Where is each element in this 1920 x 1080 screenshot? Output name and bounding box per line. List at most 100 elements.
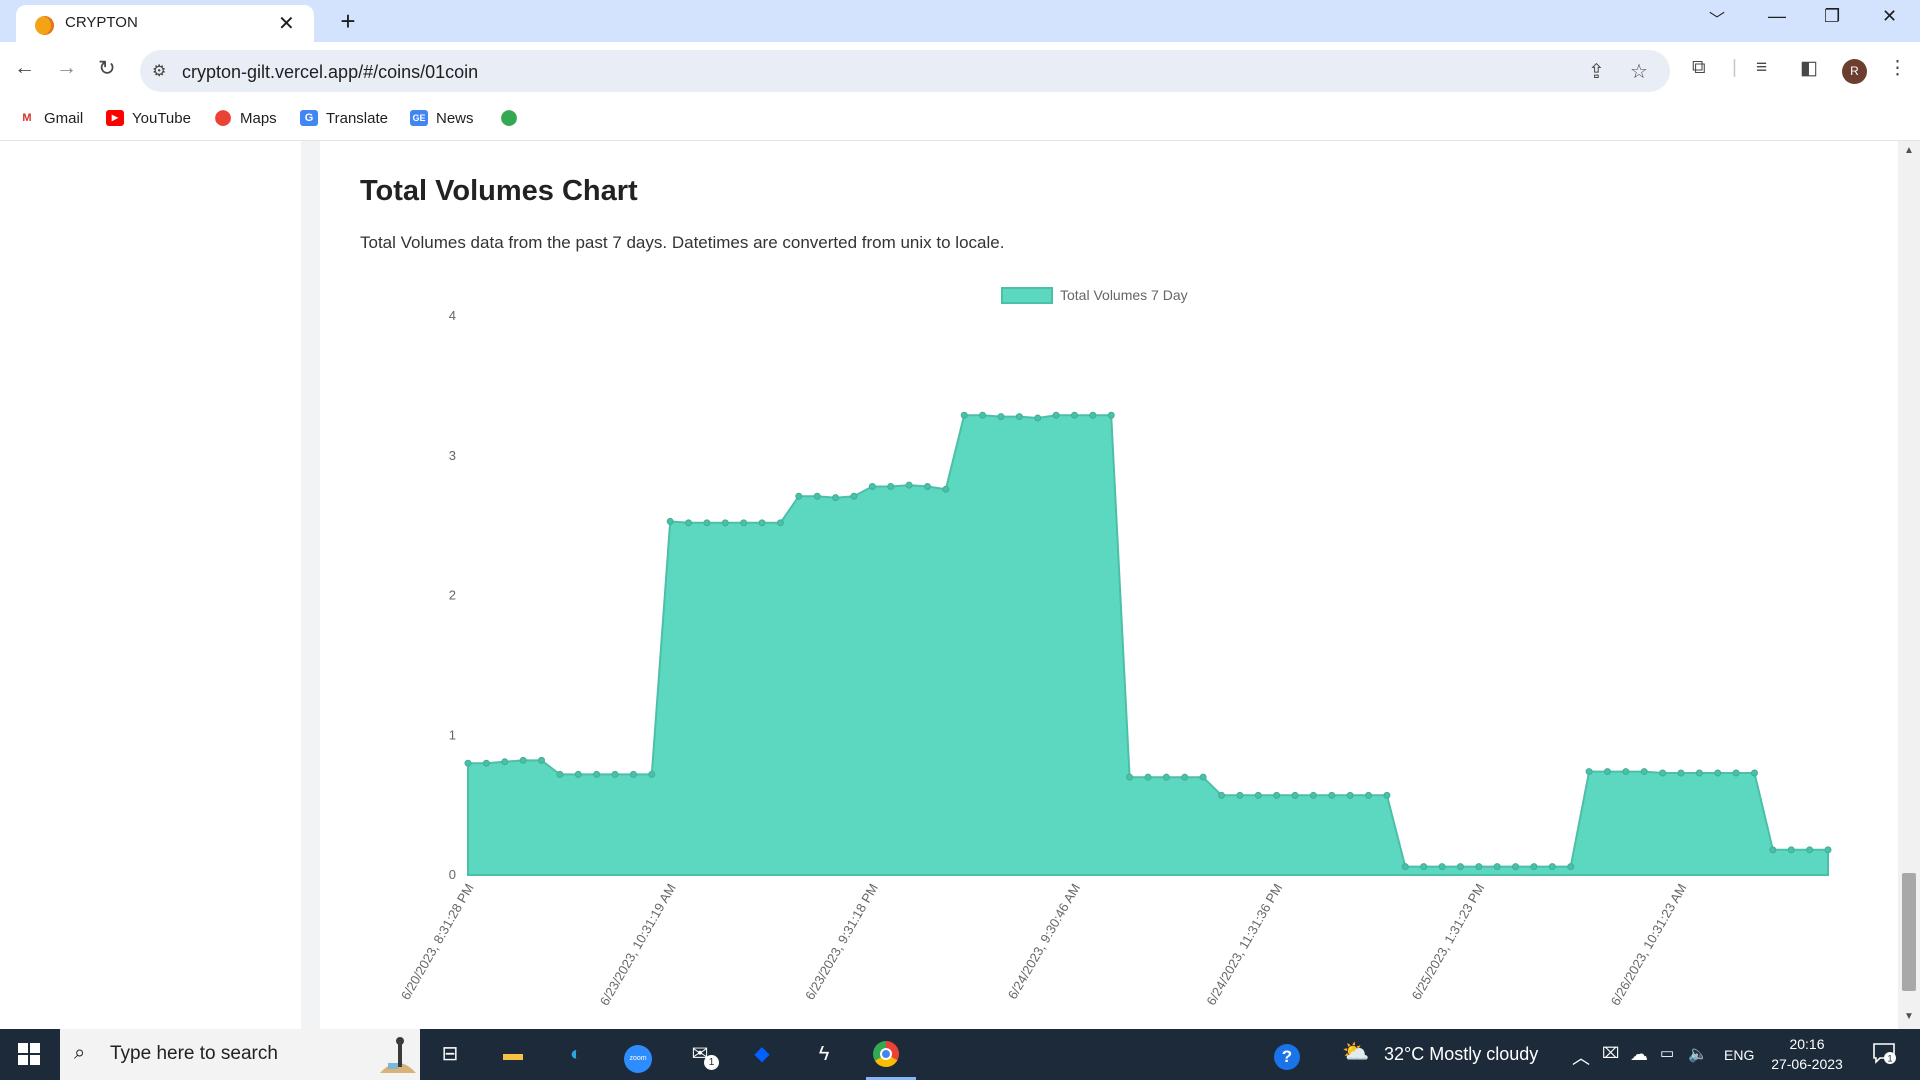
- system-clock[interactable]: 20:16 27-06-2023: [1762, 1034, 1852, 1074]
- data-point[interactable]: [979, 411, 987, 419]
- notification-center-icon[interactable]: 1: [1872, 1042, 1896, 1064]
- minimize-icon[interactable]: —: [1768, 6, 1786, 27]
- data-point[interactable]: [1144, 773, 1152, 781]
- data-point[interactable]: [868, 482, 876, 490]
- data-point[interactable]: [482, 759, 490, 767]
- data-point[interactable]: [1254, 791, 1262, 799]
- data-point[interactable]: [464, 759, 472, 767]
- data-point[interactable]: [538, 756, 546, 764]
- data-point[interactable]: [1070, 411, 1078, 419]
- data-point[interactable]: [1034, 414, 1042, 422]
- data-point[interactable]: [1107, 411, 1115, 419]
- data-point[interactable]: [593, 770, 601, 778]
- data-point[interactable]: [1383, 791, 1391, 799]
- show-hidden-icons-icon[interactable]: ︿: [1572, 1044, 1590, 1070]
- data-point[interactable]: [1769, 846, 1777, 854]
- data-point[interactable]: [1162, 773, 1170, 781]
- data-point[interactable]: [1126, 773, 1134, 781]
- data-point[interactable]: [1787, 846, 1795, 854]
- data-point[interactable]: [1236, 791, 1244, 799]
- language-indicator[interactable]: ENG: [1724, 1047, 1754, 1063]
- data-point[interactable]: [776, 519, 784, 527]
- edge-browser-icon[interactable]: ◐: [558, 1037, 594, 1071]
- help-icon[interactable]: ?: [1274, 1044, 1300, 1070]
- profile-avatar[interactable]: R: [1842, 59, 1867, 84]
- data-point[interactable]: [1493, 863, 1501, 871]
- data-point[interactable]: [501, 758, 509, 766]
- taskbar-search[interactable]: ⌕ Type here to search: [60, 1029, 420, 1080]
- data-point[interactable]: [942, 485, 950, 493]
- data-point[interactable]: [1585, 768, 1593, 776]
- data-point[interactable]: [1512, 863, 1520, 871]
- data-point[interactable]: [574, 770, 582, 778]
- data-point[interactable]: [758, 519, 766, 527]
- data-point[interactable]: [740, 519, 748, 527]
- reload-icon[interactable]: ↻: [98, 56, 116, 81]
- bookmark-star-icon[interactable]: ☆: [1630, 59, 1648, 84]
- zoom-app-icon[interactable]: zoom: [620, 1037, 656, 1073]
- data-point[interactable]: [1052, 411, 1060, 419]
- data-point[interactable]: [685, 519, 693, 527]
- data-point[interactable]: [1420, 863, 1428, 871]
- tab-search-chevron-icon[interactable]: ﹀: [1709, 6, 1725, 30]
- data-point[interactable]: [997, 413, 1005, 421]
- data-point[interactable]: [850, 492, 858, 500]
- data-point[interactable]: [1695, 769, 1703, 777]
- data-point[interactable]: [1567, 863, 1575, 871]
- data-point[interactable]: [960, 411, 968, 419]
- data-point[interactable]: [648, 770, 656, 778]
- data-point[interactable]: [1530, 863, 1538, 871]
- onedrive-cloud-icon[interactable]: ☁: [1630, 1044, 1648, 1065]
- mail-app-icon[interactable]: ✉ 1: [682, 1037, 719, 1071]
- new-tab-button[interactable]: +: [332, 6, 364, 38]
- vertical-scrollbar[interactable]: ▲ ▼: [1898, 141, 1920, 1029]
- task-view-icon[interactable]: ⊟: [432, 1037, 468, 1071]
- address-bar[interactable]: ⚙ crypton-gilt.vercel.app/#/coins/01coin…: [140, 50, 1670, 92]
- scroll-down-arrow-icon[interactable]: ▼: [1904, 1011, 1914, 1022]
- close-tab-icon[interactable]: ✕: [278, 11, 295, 36]
- data-point[interactable]: [1273, 791, 1281, 799]
- weather-cloud-icon[interactable]: ⛅: [1342, 1039, 1369, 1065]
- data-point[interactable]: [556, 770, 564, 778]
- data-point[interactable]: [1346, 791, 1354, 799]
- window-close-icon[interactable]: ✕: [1882, 6, 1897, 27]
- data-point[interactable]: [1640, 768, 1648, 776]
- bookmark-maps-pin[interactable]: ⬤: [500, 108, 526, 130]
- data-point[interactable]: [905, 481, 913, 489]
- legend-label[interactable]: Total Volumes 7 Day: [1060, 287, 1188, 303]
- extensions-icon[interactable]: ⧉: [1692, 57, 1706, 79]
- bookmark-news[interactable]: GE News: [410, 108, 474, 130]
- data-point[interactable]: [1677, 769, 1685, 777]
- side-panel-icon[interactable]: ◧: [1800, 57, 1818, 80]
- legend-swatch[interactable]: [1001, 287, 1053, 304]
- bookmark-maps[interactable]: ⬤ Maps: [214, 108, 277, 130]
- data-point[interactable]: [887, 482, 895, 490]
- data-point[interactable]: [1015, 413, 1023, 421]
- data-point[interactable]: [1659, 769, 1667, 777]
- data-point[interactable]: [1291, 791, 1299, 799]
- data-point[interactable]: [703, 519, 711, 527]
- data-point[interactable]: [1309, 791, 1317, 799]
- volume-icon[interactable]: 🔈: [1688, 1044, 1708, 1064]
- restore-icon[interactable]: ❐: [1824, 6, 1840, 27]
- data-point[interactable]: [1401, 863, 1409, 871]
- bookmark-youtube[interactable]: ▶ YouTube: [106, 108, 191, 130]
- chrome-icon[interactable]: [868, 1037, 904, 1071]
- back-icon[interactable]: ←: [14, 56, 35, 80]
- battery-icon[interactable]: ▭: [1660, 1044, 1674, 1062]
- meet-now-icon[interactable]: ⌧: [1602, 1044, 1619, 1062]
- data-point[interactable]: [1750, 769, 1758, 777]
- data-point[interactable]: [1548, 863, 1556, 871]
- data-point[interactable]: [1181, 773, 1189, 781]
- weather-text[interactable]: 32°C Mostly cloudy: [1384, 1044, 1538, 1065]
- media-control-icon[interactable]: ≡: [1756, 57, 1767, 79]
- data-point[interactable]: [1806, 846, 1814, 854]
- site-info-icon[interactable]: ⚙: [152, 61, 166, 81]
- data-point[interactable]: [1456, 863, 1464, 871]
- url-text[interactable]: crypton-gilt.vercel.app/#/coins/01coin: [182, 62, 478, 83]
- data-point[interactable]: [813, 492, 821, 500]
- browser-tab[interactable]: CRYPTON ✕: [16, 5, 314, 42]
- app-bolt-icon[interactable]: ϟ: [806, 1037, 842, 1071]
- data-point[interactable]: [1089, 411, 1097, 419]
- windows-start-icon[interactable]: [18, 1043, 40, 1065]
